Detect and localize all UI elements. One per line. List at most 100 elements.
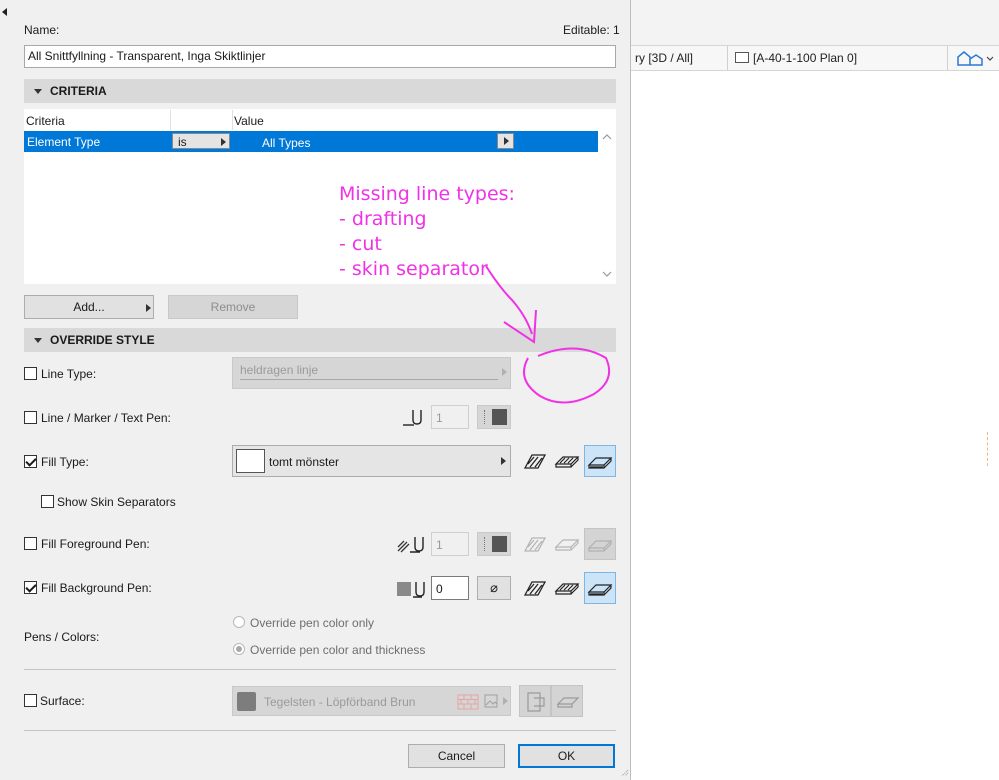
empty-color-symbol: ⌀ <box>490 580 498 595</box>
fill-cover-icon <box>554 456 580 468</box>
surface-value: Tegelsten - Löpförband Brun <box>264 695 416 709</box>
value-select-button[interactable] <box>497 133 514 149</box>
value-arrow-icon <box>504 137 509 145</box>
fg-cover-button[interactable] <box>551 528 583 560</box>
operator-select[interactable]: is <box>172 133 230 149</box>
cancel-button[interactable]: Cancel <box>408 744 505 768</box>
fill-draft-button[interactable] <box>519 445 551 477</box>
override-color-only-radio[interactable] <box>233 616 245 628</box>
surface-cover-icon <box>556 697 580 708</box>
fill-foreground-pen-icon <box>397 537 424 553</box>
surface-catalog-button[interactable] <box>519 685 551 717</box>
line-pen-input[interactable]: 1 <box>431 405 469 429</box>
fill-draft-icon <box>523 454 547 469</box>
fill-swatch <box>236 449 265 473</box>
pen-icon <box>403 410 422 426</box>
fill-type-checkbox[interactable] <box>24 455 37 468</box>
surface-arrow-icon <box>503 697 508 705</box>
criteria-element-type: Element Type <box>27 135 101 149</box>
fill-fg-pen-checkbox[interactable] <box>24 537 37 550</box>
remove-button-label: Remove <box>210 300 256 314</box>
fg-draft-button[interactable] <box>519 528 551 560</box>
annotation-line: - cut <box>339 233 382 255</box>
add-criteria-button[interactable]: Add... <box>24 295 154 319</box>
line-type-value: heldragen linje <box>240 363 319 377</box>
add-button-label: Add... <box>73 300 105 314</box>
plan-view-icon <box>735 52 749 63</box>
override-color-thickness-radio[interactable] <box>233 643 245 655</box>
background-window <box>631 0 999 780</box>
fill-cover-button[interactable] <box>551 445 583 477</box>
bg-draft-button[interactable] <box>519 572 551 604</box>
bg-cut-icon <box>587 584 613 596</box>
fg-cover-icon <box>554 539 580 551</box>
override-color-thickness-label: Override pen color and thickness <box>250 643 426 657</box>
fg-cut-button[interactable] <box>584 528 616 560</box>
override-color-only-label: Override pen color only <box>250 616 375 630</box>
fill-bg-pen-input[interactable]: 0 <box>431 576 469 600</box>
bg-cover-icon <box>554 583 580 595</box>
surface-select[interactable]: Tegelsten - Löpförband Brun <box>232 686 511 716</box>
fill-fg-pen-input[interactable]: 1 <box>431 532 469 556</box>
side-handle[interactable] <box>987 432 998 466</box>
surface-swatch <box>237 692 256 711</box>
annotation-arrow-circle <box>485 265 610 404</box>
brick-pattern-icon <box>457 694 479 710</box>
tab-plan-view[interactable]: [A-40-1-100 Plan 0] <box>753 46 857 70</box>
pen-icon <box>413 582 425 598</box>
show-skin-separators-label: Show Skin Separators <box>57 495 176 509</box>
fill-cut-button[interactable] <box>584 445 616 477</box>
show-skin-separators-checkbox[interactable] <box>41 495 54 508</box>
rule-name-value: All Snittfyllning - Transparent, Inga Sk… <box>28 49 266 63</box>
surface-checkbox[interactable] <box>24 694 37 707</box>
fill-type-select[interactable]: tomt mönster <box>232 445 511 477</box>
fill-bg-pen-checkbox[interactable] <box>24 581 37 594</box>
ok-button[interactable]: OK <box>518 744 615 768</box>
fill-fg-pen-label: Fill Foreground Pen: <box>41 537 150 551</box>
surface-label: Surface: <box>40 694 85 708</box>
operator-arrow-icon <box>221 138 226 146</box>
line-type-checkbox[interactable] <box>24 367 37 380</box>
criteria-scrollbar[interactable] <box>598 109 616 284</box>
view-dropdown-icon[interactable] <box>955 49 995 67</box>
annotation-line: Missing line types: <box>339 183 515 205</box>
surface-cover-button[interactable] <box>551 685 583 717</box>
image-icon <box>484 694 498 708</box>
expand-triangle-icon <box>34 337 42 343</box>
bg-cover-button[interactable] <box>551 572 583 604</box>
fill-type-value: tomt mönster <box>269 455 340 469</box>
scroll-up-icon[interactable] <box>602 134 612 140</box>
expand-triangle-icon <box>34 88 42 94</box>
rule-name-input[interactable]: All Snittfyllning - Transparent, Inga Sk… <box>24 45 616 68</box>
resize-grip-icon[interactable] <box>618 766 630 778</box>
fg-draft-icon <box>523 537 547 552</box>
override-section-title: OVERRIDE STYLE <box>50 333 155 347</box>
criteria-section-header[interactable]: CRITERIA <box>24 79 616 103</box>
fill-type-label: Fill Type: <box>41 455 89 469</box>
annotation-line: - drafting <box>339 208 427 230</box>
fill-bg-empty-color-button[interactable]: ⌀ <box>477 576 511 600</box>
line-pen-value: 1 <box>436 411 443 425</box>
surface-catalog-icon <box>527 692 545 712</box>
line-pen-label: Line / Marker / Text Pen: <box>41 411 171 425</box>
fill-type-arrow-icon <box>501 457 506 465</box>
background-fill-icon <box>397 582 411 596</box>
name-label: Name: <box>24 23 60 37</box>
add-menu-arrow-icon <box>146 304 151 312</box>
column-criteria: Criteria <box>26 114 65 128</box>
bg-cut-button[interactable] <box>584 572 616 604</box>
operator-value: is <box>178 135 187 149</box>
collapse-arrow-icon[interactable] <box>2 8 7 16</box>
divider <box>24 730 616 731</box>
fill-fg-pen-color-swatch[interactable] <box>477 532 511 556</box>
tab-3d-view[interactable]: ry [3D / All] <box>635 46 693 70</box>
fill-bg-pen-value: 0 <box>436 582 443 596</box>
line-type-select[interactable]: heldragen linje <box>232 357 511 389</box>
divider <box>24 669 616 670</box>
bg-draft-icon <box>523 581 547 596</box>
line-preview <box>240 379 498 380</box>
line-pen-checkbox[interactable] <box>24 411 37 424</box>
column-value: Value <box>234 114 264 128</box>
criteria-section-title: CRITERIA <box>50 84 107 98</box>
remove-criteria-button[interactable]: Remove <box>168 295 298 319</box>
